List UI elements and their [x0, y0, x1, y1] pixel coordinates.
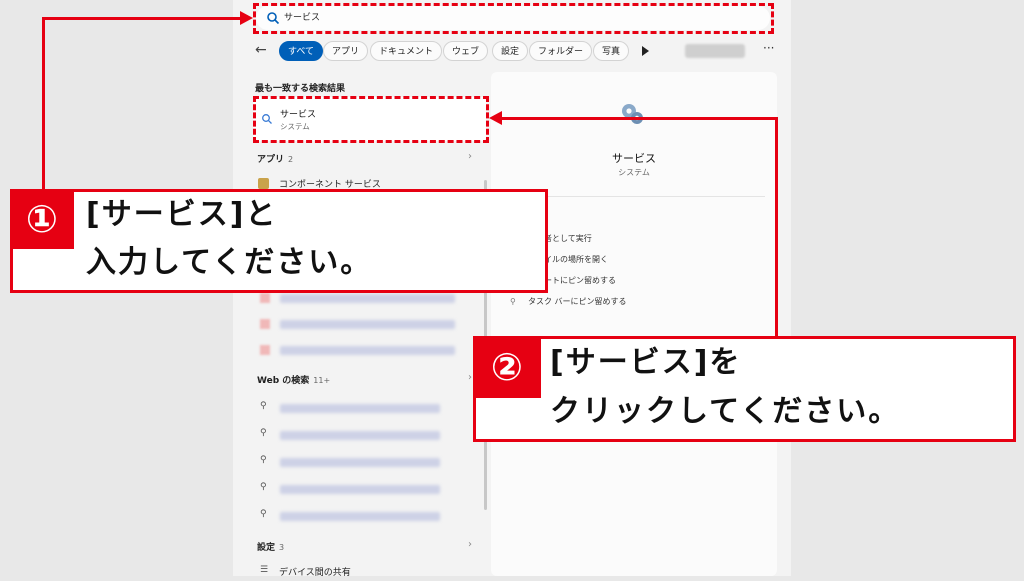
list-item[interactable]: ⚲ — [258, 428, 468, 444]
apps-section-label: アプリ — [257, 155, 285, 165]
arrow-head-icon — [240, 11, 253, 25]
apps-section-count: 2 — [288, 155, 294, 164]
arrow-head-icon — [489, 111, 502, 125]
list-item[interactable]: ⚲ — [258, 401, 468, 417]
highlight-search-box — [253, 3, 774, 34]
chevron-right-icon[interactable]: › — [468, 151, 472, 162]
best-match-header: 最も一致する検索結果 — [255, 84, 346, 94]
list-item[interactable]: ⚲ — [258, 455, 468, 471]
step-1-badge: ① — [10, 189, 74, 249]
chevron-right-icon[interactable]: › — [468, 539, 472, 550]
list-item[interactable] — [258, 291, 468, 307]
settings-section-count: 3 — [279, 543, 285, 552]
chip-settings[interactable]: 設定 — [492, 41, 529, 61]
callout-2-line-1: [サービス]を — [550, 345, 742, 380]
connector-line-1 — [42, 17, 242, 20]
pin-icon: ⚲ — [510, 297, 516, 306]
list-item[interactable] — [258, 343, 468, 359]
search-icon: ⚲ — [260, 455, 267, 465]
search-icon: ⚲ — [260, 428, 267, 438]
detail-subtitle: システム — [618, 168, 650, 177]
connector-line-2 — [502, 117, 778, 120]
more-filters-arrow-icon[interactable] — [642, 46, 649, 56]
settings-section-label: 設定 — [257, 543, 276, 553]
search-icon: ⚲ — [260, 482, 267, 492]
connector-line-2 — [775, 117, 778, 339]
account-chip[interactable] — [685, 44, 745, 58]
chip-apps[interactable]: アプリ — [323, 41, 369, 61]
chip-folders[interactable]: フォルダー — [529, 41, 593, 61]
web-section-label: Web の検索 — [257, 376, 310, 386]
list-item[interactable]: ⚲ — [258, 509, 468, 525]
detail-title: サービス — [612, 152, 656, 165]
connector-line-1 — [42, 17, 45, 189]
callout-1-line-1: [サービス]と — [86, 197, 278, 232]
detail-pane — [491, 72, 777, 576]
web-section-header[interactable]: Web の検索 11+ — [257, 373, 330, 386]
list-item[interactable]: ⚲ — [258, 482, 468, 498]
settings-section-header[interactable]: 設定 3 — [257, 540, 284, 553]
step-2-badge: ② — [473, 336, 541, 398]
filter-bar: ← すべて アプリ ドキュメント ウェブ 設定 フォルダー 写真 ··· — [255, 40, 785, 62]
action-pin-taskbar[interactable]: ⚲ タスク バーにピン留めする — [510, 296, 627, 307]
chip-all[interactable]: すべて — [279, 41, 324, 61]
settings-item-label: デバイス間の共有 — [279, 568, 351, 578]
share-devices-icon: ☰ — [260, 565, 269, 575]
highlight-best-match-box — [253, 96, 489, 143]
more-options-icon[interactable]: ··· — [763, 41, 774, 55]
apps-section-header[interactable]: アプリ 2 — [257, 152, 293, 165]
back-arrow-icon[interactable]: ← — [255, 42, 267, 58]
web-section-count: 11+ — [313, 376, 331, 385]
callout-2-line-2: クリックしてください。 — [550, 394, 901, 429]
chip-photos[interactable]: 写真 — [593, 41, 630, 61]
list-item[interactable]: ☰ デバイス間の共有 — [258, 565, 468, 581]
chip-web[interactable]: ウェブ — [443, 41, 489, 61]
action-pin-taskbar-label: タスク バーにピン留めする — [528, 297, 627, 306]
search-icon: ⚲ — [260, 401, 267, 411]
list-item[interactable] — [258, 317, 468, 333]
search-icon: ⚲ — [260, 509, 267, 519]
chevron-right-icon[interactable]: › — [468, 372, 472, 383]
component-services-icon — [258, 178, 269, 189]
callout-1-line-2: 入力してください。 — [86, 245, 373, 280]
services-gear-icon — [622, 104, 643, 124]
chip-documents[interactable]: ドキュメント — [370, 41, 443, 61]
